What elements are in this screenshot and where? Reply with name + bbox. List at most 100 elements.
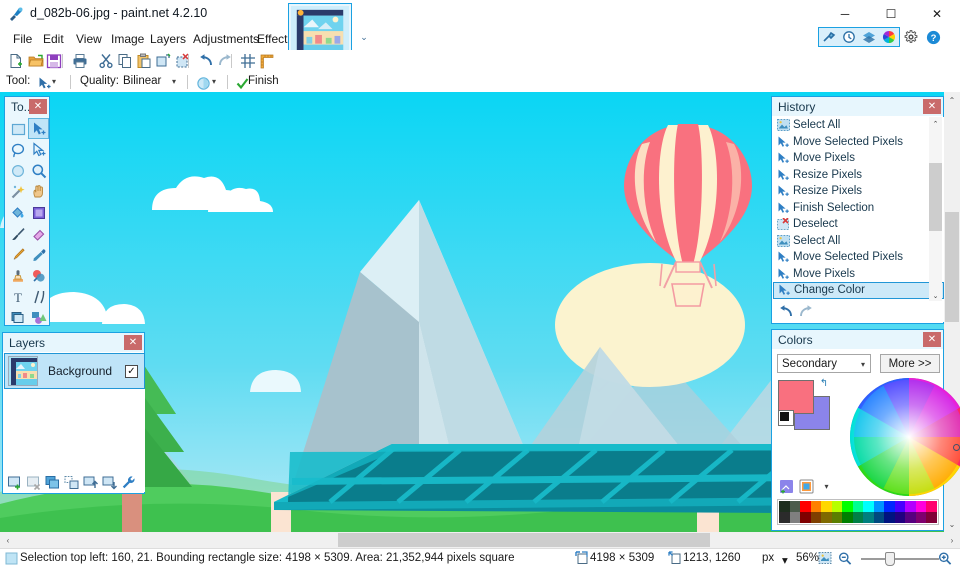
minimize-button[interactable]: ─ [822,0,868,28]
canvas-horizontal-scrollbar[interactable]: ‹ › [0,532,960,548]
primary-color-swatch[interactable] [778,380,814,414]
blend-mode-button[interactable] [193,73,213,93]
palette-swatch[interactable] [779,501,790,512]
palette-swatch[interactable] [884,501,895,512]
palette-swatch[interactable] [842,512,853,523]
vertical-scrollbar-thumb[interactable] [945,212,959,322]
zoom-out-icon[interactable] [838,551,852,565]
tool-paint-bucket[interactable] [7,202,28,223]
settings-button[interactable] [902,28,920,46]
layers-panel-close-button[interactable]: ✕ [124,335,142,350]
history-undo-button[interactable] [776,303,796,321]
finish-button[interactable]: Finish [248,75,279,87]
maximize-button[interactable]: ☐ [868,0,914,28]
tool-move-selected[interactable] [28,118,49,139]
move-layer-down-button[interactable] [101,473,118,491]
layer-visibility-checkbox[interactable]: ✓ [125,364,138,378]
color-target-select[interactable]: Secondary ▾ [777,354,871,373]
tool-pan[interactable] [28,181,49,202]
duplicate-layer-button[interactable] [44,473,61,491]
tab-list-caret-icon[interactable]: ⌄ [356,28,372,46]
tool-clone-stamp[interactable] [7,265,28,286]
unit-label[interactable]: px [762,552,774,564]
palette-swatch[interactable] [863,512,874,523]
history-item[interactable]: Change Color [773,282,944,299]
paste-button[interactable] [134,51,154,71]
palette-swatch[interactable] [810,512,822,523]
tools-panel-close-button[interactable]: ✕ [29,99,47,114]
color-palette[interactable] [777,499,939,525]
history-item[interactable]: Resize Pixels [773,167,944,184]
tool-eraser[interactable] [28,223,49,244]
tool-ellipse-select[interactable] [7,160,28,181]
palette-swatch[interactable] [873,512,885,523]
palette-swatch[interactable] [821,512,832,523]
palette-row-2[interactable] [779,512,937,523]
quality-dropdown-caret-icon[interactable]: ▾ [172,77,176,86]
palette-swatch[interactable] [810,501,822,512]
scroll-right-arrow-icon[interactable]: › [944,532,960,548]
palette-swatch[interactable] [831,501,843,512]
palette-swatch[interactable] [821,501,832,512]
new-button[interactable] [6,51,26,71]
delete-layer-button[interactable] [25,473,42,491]
colors-window-button[interactable] [879,28,899,46]
color-wheel-selector[interactable] [953,444,960,451]
history-panel-close-button[interactable]: ✕ [923,99,941,114]
history-item[interactable]: Move Selected Pixels [773,134,944,151]
tool-paintbrush[interactable] [7,223,28,244]
palette-row-1[interactable] [779,501,937,512]
reset-colors-button[interactable] [778,410,794,426]
palette-save-icon[interactable] [798,478,815,494]
tool-recolor[interactable] [28,265,49,286]
palette-swatch[interactable] [863,501,874,512]
scroll-up-arrow-icon[interactable]: ⌃ [944,92,960,108]
palette-swatch[interactable] [894,501,906,512]
history-item[interactable]: Move Pixels [773,150,944,167]
palette-swatch[interactable] [894,512,906,523]
add-layer-button[interactable] [6,473,23,491]
merge-layer-down-button[interactable] [63,473,80,491]
quality-value[interactable]: Bilinear [123,75,161,87]
palette-swatch[interactable] [915,512,927,523]
swap-colors-icon[interactable]: ↰ [818,377,830,389]
tool-color-picker[interactable] [28,244,49,265]
scroll-down-arrow-icon[interactable]: ⌄ [944,516,960,532]
palette-swatch[interactable] [905,501,916,512]
current-tool-icon[interactable] [34,73,54,93]
layer-row[interactable]: Background ✓ [4,353,145,389]
history-item[interactable]: Move Pixels [773,266,944,283]
history-item[interactable]: Deselect [773,216,944,233]
history-scrollbar-thumb[interactable] [929,163,942,231]
tool-magic-wand[interactable] [7,181,28,202]
zoom-in-icon[interactable] [938,551,952,565]
history-item[interactable]: Move Selected Pixels [773,249,944,266]
palette-swatch[interactable] [779,512,790,523]
palette-swatch[interactable] [884,512,895,523]
layer-properties-button[interactable] [120,473,137,491]
palette-swatch[interactable] [926,512,937,523]
tool-rectangle[interactable] [7,307,28,328]
palette-swatch[interactable] [789,512,801,523]
palette-swatch[interactable] [800,512,811,523]
grid-button[interactable] [238,51,258,71]
palette-swatch[interactable] [800,501,811,512]
color-wheel[interactable] [848,376,960,498]
redo-button[interactable] [215,51,235,71]
tool-lasso-select[interactable] [7,139,28,160]
undo-button[interactable] [196,51,216,71]
history-item[interactable]: Select All [773,117,944,134]
scroll-left-arrow-icon[interactable]: ‹ [0,532,16,548]
zoom-slider-track[interactable] [861,558,939,560]
menu-view[interactable]: View [69,28,109,50]
palette-swatch[interactable] [926,501,937,512]
history-item[interactable]: Select All [773,233,944,250]
history-list[interactable]: Select All Move Selected Pixels Move Pixel… [773,117,944,302]
palette-swatch[interactable] [873,501,885,512]
history-redo-button[interactable] [796,303,816,321]
tool-pencil[interactable] [7,244,28,265]
layers-window-button[interactable] [859,28,879,46]
help-button[interactable]: ? [924,28,942,46]
move-layer-up-button[interactable] [82,473,99,491]
save-button[interactable] [44,51,64,71]
